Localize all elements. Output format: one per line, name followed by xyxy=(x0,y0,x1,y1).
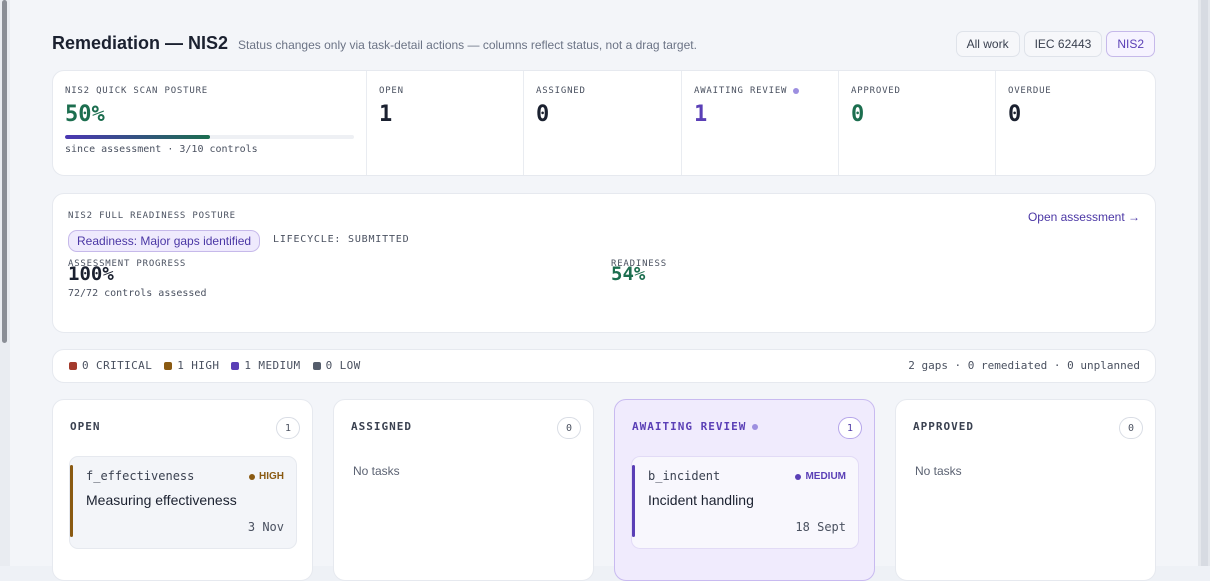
stats-card: NIS2 QUICK SCAN POSTURE 50% since assess… xyxy=(52,70,1156,176)
stat-assigned-value: 0 xyxy=(536,102,550,127)
page-title: Remediation — NIS2 xyxy=(52,33,229,53)
severity-medium-label: 1 MEDIUM xyxy=(244,359,301,372)
quick-scan-note: since assessment · 3/10 controls xyxy=(65,144,258,155)
task-severity-label: HIGH xyxy=(259,471,284,482)
quick-scan-value: 50% xyxy=(65,102,105,127)
stat-approved-label: APPROVED xyxy=(851,86,901,96)
quick-scan-progress-bar xyxy=(65,135,354,139)
stat-awaiting-review-label-wrap: AWAITING REVIEW xyxy=(694,86,826,96)
critical-square-icon xyxy=(69,361,77,370)
task-severity-badge: MEDIUM xyxy=(795,471,846,482)
high-square-icon xyxy=(164,361,173,370)
stat-awaiting-review-label: AWAITING REVIEW xyxy=(694,86,788,96)
empty-state: No tasks xyxy=(353,464,400,478)
task-card[interactable]: b_incident MEDIUM Incident handling 18 S… xyxy=(631,456,859,549)
stat-awaiting-review-value: 1 xyxy=(694,102,708,127)
stat-open: OPEN 1 xyxy=(366,71,523,175)
readiness-label: READINESS xyxy=(611,259,667,269)
page-header: Remediation — NIS2 Status changes only v… xyxy=(52,33,697,54)
readiness-metric: READINESS 54% xyxy=(611,259,666,285)
column-assigned-title: ASSIGNED xyxy=(351,420,412,433)
stat-overdue: OVERDUE 0 xyxy=(995,71,1153,175)
review-dot-icon xyxy=(752,424,759,430)
column-open: OPEN 1 f_effectiveness HIGH Measuring ef… xyxy=(52,399,313,581)
task-title: Measuring effectiveness xyxy=(86,492,237,508)
remediation-page: Remediation — NIS2 Status changes only v… xyxy=(10,0,1198,581)
scrollbar-thumb[interactable] xyxy=(2,0,7,343)
quick-scan-label: NIS2 QUICK SCAN POSTURE xyxy=(65,86,209,96)
stat-overdue-label: OVERDUE xyxy=(1008,86,1052,96)
severity-high: 1 HIGH xyxy=(164,359,219,372)
task-due-date: 3 Nov xyxy=(247,520,284,534)
column-open-count: 1 xyxy=(276,417,300,439)
filter-nis2[interactable]: NIS2 xyxy=(1106,31,1155,57)
task-accent-bar xyxy=(70,465,73,537)
severity-critical: 0 CRITICAL xyxy=(69,359,152,372)
severity-medium: 1 MEDIUM xyxy=(231,359,300,372)
readiness-status-badge: Readiness: Major gaps identified xyxy=(68,230,261,252)
severity-low: 0 LOW xyxy=(312,359,361,372)
framework-filter: All work IEC 62443 NIS2 xyxy=(955,31,1155,57)
filter-iec-62443[interactable]: IEC 62443 xyxy=(1023,31,1103,57)
filter-all-work[interactable]: All work xyxy=(955,31,1020,57)
stat-open-label: OPEN xyxy=(379,86,404,96)
review-dot-icon xyxy=(793,87,800,94)
column-approved-count: 0 xyxy=(1119,417,1143,439)
quick-scan-progress-fill xyxy=(65,135,210,139)
column-awaiting-review: AWAITING REVIEW 1 b_incident MEDIUM Inci… xyxy=(614,399,875,581)
stat-approved-value: 0 xyxy=(851,102,865,127)
task-severity-label: MEDIUM xyxy=(805,471,846,482)
column-awaiting-review-title-wrap: AWAITING REVIEW xyxy=(632,420,759,433)
task-id: f_effectiveness xyxy=(86,469,195,483)
gaps-summary: 2 gaps · 0 remediated · 0 unplanned xyxy=(908,359,1140,372)
lifecycle-status: LIFECYCLE: SUBMITTED xyxy=(273,234,410,245)
column-awaiting-review-count: 1 xyxy=(838,417,862,439)
severity-low-label: 0 LOW xyxy=(325,359,361,372)
controls-assessed: 72/72 controls assessed xyxy=(68,288,207,299)
task-due-date: 18 Sept xyxy=(795,520,846,534)
severity-high-label: 1 HIGH xyxy=(177,359,220,372)
stat-approved: APPROVED 0 xyxy=(838,71,995,175)
scrollbar-track[interactable] xyxy=(0,0,10,566)
empty-state: No tasks xyxy=(915,464,962,478)
right-scroll-bar[interactable] xyxy=(1201,0,1208,566)
task-severity-badge: HIGH xyxy=(249,471,284,482)
assessment-progress-label: ASSESSMENT PROGRESS xyxy=(68,259,187,269)
task-title: Incident handling xyxy=(648,492,754,508)
severity-dot-icon xyxy=(795,473,802,480)
stat-assigned-label: ASSIGNED xyxy=(536,86,586,96)
full-readiness-label: NIS2 FULL READINESS POSTURE xyxy=(68,211,236,221)
column-approved-title: APPROVED xyxy=(913,420,974,433)
column-approved: APPROVED 0 No tasks xyxy=(895,399,1156,581)
severity-legend: 0 CRITICAL 1 HIGH 1 MEDIUM 0 LOW xyxy=(69,359,361,372)
stat-assigned: ASSIGNED 0 xyxy=(523,71,681,175)
stat-open-value: 1 xyxy=(379,102,393,127)
task-accent-bar xyxy=(632,465,635,537)
column-assigned: ASSIGNED 0 No tasks xyxy=(333,399,594,581)
severity-dot-icon xyxy=(249,473,255,480)
column-assigned-count: 0 xyxy=(557,417,581,439)
medium-square-icon xyxy=(231,361,240,370)
assessment-progress: ASSESSMENT PROGRESS 100% 72/72 controls … xyxy=(68,259,206,299)
right-scroll-edge xyxy=(1198,0,1210,566)
severity-summary-bar: 0 CRITICAL 1 HIGH 1 MEDIUM 0 LOW 2 gaps … xyxy=(52,349,1156,383)
open-assessment-link[interactable]: Open assessment → xyxy=(1028,210,1140,224)
full-readiness-card: NIS2 FULL READINESS POSTURE Readiness: M… xyxy=(52,193,1156,333)
task-id: b_incident xyxy=(648,469,721,483)
page-subtitle: Status changes only via task-detail acti… xyxy=(238,38,697,52)
stat-awaiting-review: AWAITING REVIEW 1 xyxy=(681,71,838,175)
column-awaiting-review-title: AWAITING REVIEW xyxy=(632,420,747,433)
column-open-title: OPEN xyxy=(70,420,101,433)
stat-overdue-value: 0 xyxy=(1008,102,1022,127)
low-square-icon xyxy=(312,361,321,370)
severity-critical-label: 0 CRITICAL xyxy=(82,359,153,372)
task-card[interactable]: f_effectiveness HIGH Measuring effective… xyxy=(69,456,297,549)
quick-scan-posture: NIS2 QUICK SCAN POSTURE 50% since assess… xyxy=(53,71,366,175)
